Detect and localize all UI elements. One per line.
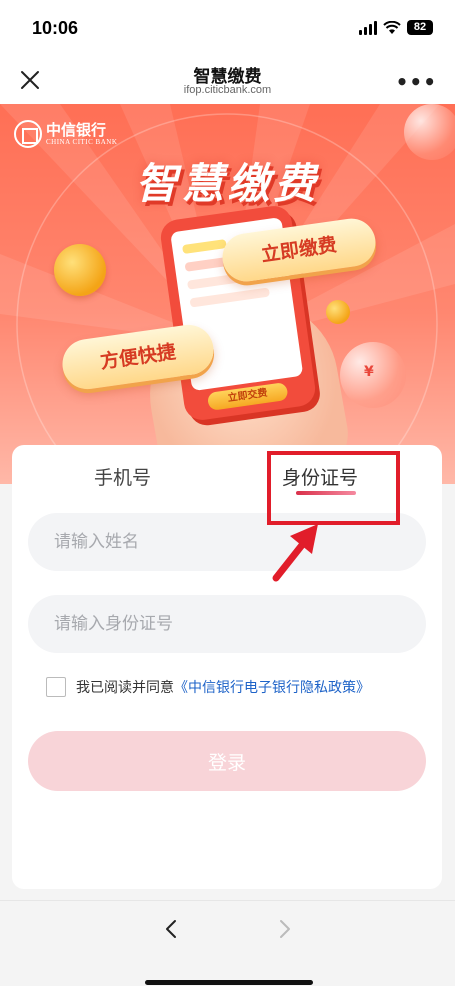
citic-logo-icon — [14, 120, 42, 148]
privacy-policy-link[interactable]: 《中信银行电子银行隐私政策》 — [174, 677, 370, 697]
banner-headline: 智慧缴费 — [135, 159, 320, 208]
bank-logo: 中信银行 CHINA CITIC BANK — [14, 120, 117, 148]
privacy-agreement: 我已阅读并同意 《中信银行电子银行隐私政策》 — [46, 677, 370, 697]
home-indicator — [145, 980, 313, 985]
status-bar: 10:06 82 — [0, 0, 455, 56]
coin-icon — [326, 300, 350, 324]
promo-banner: 中信银行 CHINA CITIC BANK 智慧缴费 立即交费 立即缴费 方便快… — [0, 104, 455, 484]
annotation-arrow-icon — [272, 524, 318, 582]
login-button[interactable]: 登录 — [28, 731, 426, 791]
status-icons: 82 — [359, 20, 433, 35]
agree-text: 我已阅读并同意 — [76, 680, 174, 696]
back-arrow-icon[interactable] — [160, 917, 184, 941]
brand-english: CHINA CITIC BANK — [46, 138, 118, 146]
page-url: ifop.citicbank.com — [183, 84, 272, 96]
more-icon[interactable]: ••• — [396, 70, 437, 94]
coin-icon — [54, 244, 106, 296]
navigation-bar: 智慧缴费 ifop.citicbank.com ••• — [0, 56, 455, 104]
status-time: 10:06 — [32, 18, 79, 38]
signal-icon — [359, 20, 377, 35]
id-number-input[interactable] — [28, 595, 426, 653]
tab-phone-number[interactable]: 手机号 — [94, 463, 151, 490]
brand-name: 中信银行 — [46, 121, 107, 139]
yen-bubble-icon: ¥ — [340, 342, 406, 408]
wifi-icon — [383, 20, 401, 34]
forward-arrow-icon[interactable] — [272, 917, 296, 941]
agree-checkbox[interactable] — [46, 677, 66, 697]
battery-icon: 82 — [407, 20, 433, 35]
yen-symbol: ¥ — [364, 364, 374, 380]
browser-toolbar — [0, 900, 455, 986]
highlight-box — [267, 451, 400, 525]
